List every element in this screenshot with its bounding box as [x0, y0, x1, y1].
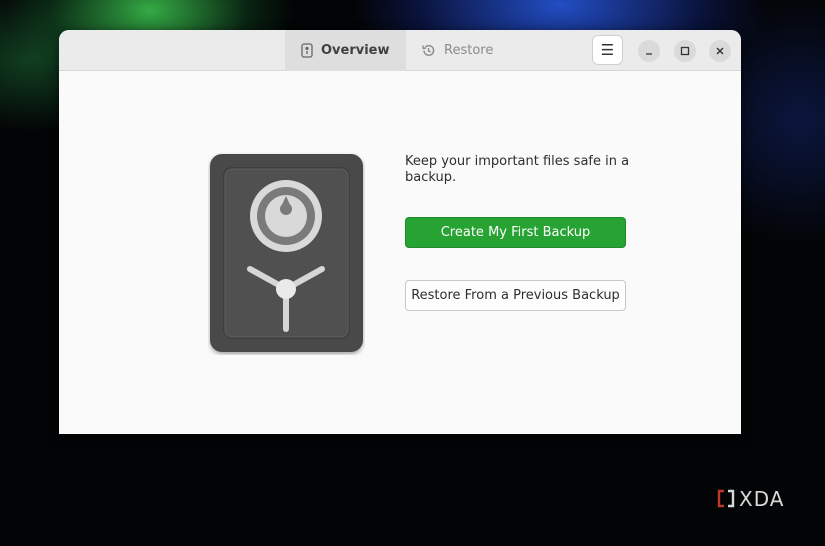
history-icon	[421, 43, 436, 58]
close-button[interactable]	[709, 40, 731, 62]
deja-dup-window: Overview Restore ☰ Keep your important f…	[59, 30, 741, 434]
xda-logo-icon	[717, 489, 735, 508]
maximize-button[interactable]	[674, 40, 696, 62]
watermark-text: XDA	[739, 487, 785, 511]
main-menu-button[interactable]: ☰	[592, 35, 623, 65]
tab-overview[interactable]: Overview	[285, 30, 406, 71]
xda-watermark: XDA	[716, 487, 784, 511]
header-bar: Overview Restore ☰	[59, 30, 741, 71]
safe-illustration-icon	[208, 152, 365, 359]
minimize-button[interactable]	[638, 40, 660, 62]
create-first-backup-button[interactable]: Create My First Backup	[405, 217, 626, 248]
overview-page: Keep your important files safe in a back…	[59, 72, 741, 434]
close-icon	[716, 47, 724, 55]
safe-icon	[301, 43, 313, 58]
backup-description: Keep your important files safe in a back…	[405, 154, 630, 185]
maximize-icon	[680, 46, 690, 56]
hamburger-menu-icon: ☰	[600, 41, 615, 59]
restore-previous-backup-button[interactable]: Restore From a Previous Backup	[405, 280, 626, 311]
tab-restore-label: Restore	[444, 43, 494, 58]
minimize-icon	[646, 53, 652, 55]
tab-restore[interactable]: Restore	[405, 30, 509, 71]
tab-overview-label: Overview	[321, 43, 390, 58]
